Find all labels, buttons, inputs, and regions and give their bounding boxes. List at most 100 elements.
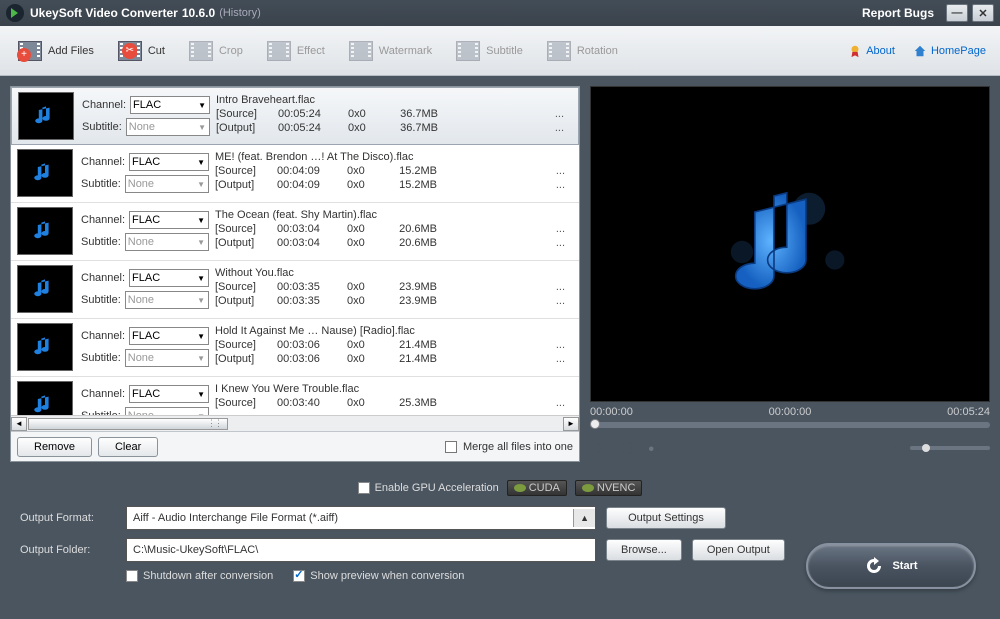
channel-select[interactable]: FLAC▼ xyxy=(129,153,209,171)
source-resolution: 0x0 xyxy=(347,165,375,177)
subtitle-select[interactable]: None▼ xyxy=(125,349,209,367)
output-tag: [Output] xyxy=(215,353,265,365)
watermark-label: Watermark xyxy=(379,45,432,57)
subtitle-select[interactable]: None▼ xyxy=(125,233,209,251)
channel-select[interactable]: FLAC▼ xyxy=(129,211,209,229)
homepage-link[interactable]: HomePage xyxy=(907,44,992,58)
source-tag: [Source] xyxy=(216,108,266,120)
file-name: Without You.flac xyxy=(215,267,573,279)
source-resolution: 0x0 xyxy=(347,397,375,409)
scroll-right-button[interactable]: ► xyxy=(563,417,579,431)
output-size: 21.4MB xyxy=(387,353,437,365)
merge-checkbox[interactable] xyxy=(445,441,457,453)
output-duration: 00:05:24 xyxy=(278,122,336,134)
cut-button[interactable]: ✂ Cut xyxy=(108,33,173,69)
source-more-button[interactable]: ... xyxy=(555,108,572,120)
file-item[interactable]: Channel: FLAC▼ Subtitle: None▼ ME! (feat… xyxy=(11,145,579,203)
home-icon xyxy=(913,44,927,58)
source-more-button[interactable]: ... xyxy=(556,281,573,293)
output-size: 23.9MB xyxy=(387,295,437,307)
output-more-button[interactable]: ... xyxy=(556,237,573,249)
file-item[interactable]: Channel: FLAC▼ Subtitle: None▼ The Ocean… xyxy=(11,203,579,261)
file-item[interactable]: Channel: FLAC▼ Subtitle: None▼ I Knew Yo… xyxy=(11,377,579,415)
minimize-button[interactable]: — xyxy=(946,4,968,22)
source-more-button[interactable]: ... xyxy=(556,397,573,409)
snapshot-button[interactable]: ▾ xyxy=(646,440,662,456)
play-button[interactable] xyxy=(590,440,606,456)
toolbar: + Add Files ✂ Cut Crop Effect Watermark … xyxy=(0,26,1000,76)
subtitle-button[interactable]: Subtitle xyxy=(446,33,531,69)
film-rotation-icon xyxy=(547,41,571,61)
effect-button[interactable]: Effect xyxy=(257,33,333,69)
file-list[interactable]: Channel: FLAC▼ Subtitle: None▼ Intro Bra… xyxy=(11,87,579,415)
shutdown-checkbox[interactable] xyxy=(126,570,138,582)
history-link[interactable]: (History) xyxy=(219,7,261,19)
film-cut-icon: ✂ xyxy=(118,41,142,61)
scroll-left-button[interactable]: ◄ xyxy=(11,417,27,431)
file-name: The Ocean (feat. Shy Martin).flac xyxy=(215,209,573,221)
file-thumbnail xyxy=(17,381,73,415)
horizontal-scrollbar[interactable]: ◄ ► xyxy=(11,415,579,431)
output-format-select[interactable]: Aiff - Audio Interchange File Format (*.… xyxy=(126,506,596,530)
watermark-button[interactable]: Watermark xyxy=(339,33,440,69)
subtitle-select[interactable]: None▼ xyxy=(125,407,209,415)
output-tag: [Output] xyxy=(215,237,265,249)
source-tag: [Source] xyxy=(215,281,265,293)
output-tag: [Output] xyxy=(216,122,266,134)
file-item[interactable]: Channel: FLAC▼ Subtitle: None▼ Without Y… xyxy=(11,261,579,319)
film-subtitle-icon xyxy=(456,41,480,61)
source-size: 23.9MB xyxy=(387,281,437,293)
channel-select[interactable]: FLAC▼ xyxy=(130,96,210,114)
chevron-down-icon: ▼ xyxy=(194,412,208,416)
stop-button[interactable] xyxy=(618,440,634,456)
timeline-labels: 00:00:00 00:00:00 00:05:24 xyxy=(590,402,990,422)
volume-icon[interactable] xyxy=(882,440,898,456)
browse-button[interactable]: Browse... xyxy=(606,539,682,561)
time-current: 00:00:00 xyxy=(723,406,856,418)
subtitle-select[interactable]: None▼ xyxy=(125,175,209,193)
source-more-button[interactable]: ... xyxy=(556,165,573,177)
preview-checkbox[interactable] xyxy=(293,570,305,582)
clear-button[interactable]: Clear xyxy=(98,437,158,457)
add-files-button[interactable]: + Add Files xyxy=(8,33,102,69)
seek-slider[interactable] xyxy=(590,422,990,428)
output-more-button[interactable]: ... xyxy=(555,122,572,134)
volume-slider[interactable] xyxy=(910,446,990,450)
output-more-button[interactable]: ... xyxy=(556,179,573,191)
chevron-up-icon: ▲ xyxy=(573,509,595,527)
channel-select[interactable]: FLAC▼ xyxy=(129,327,209,345)
file-item[interactable]: Channel: FLAC▼ Subtitle: None▼ Intro Bra… xyxy=(11,87,579,145)
preview-panel: 00:00:00 00:00:00 00:05:24 ▾ xyxy=(590,86,990,462)
chevron-down-icon: ▼ xyxy=(195,123,209,132)
gpu-checkbox[interactable] xyxy=(358,482,370,494)
film-effect-icon xyxy=(267,41,291,61)
output-more-button[interactable]: ... xyxy=(556,295,573,307)
output-duration: 00:04:09 xyxy=(277,179,335,191)
start-button[interactable]: Start xyxy=(806,543,976,589)
report-bugs-link[interactable]: Report Bugs xyxy=(862,6,934,20)
output-folder-input[interactable]: C:\Music-UkeySoft\FLAC\ xyxy=(126,538,596,562)
about-link[interactable]: About xyxy=(842,44,901,58)
file-thumbnail xyxy=(17,207,73,255)
crop-button[interactable]: Crop xyxy=(179,33,251,69)
open-output-button[interactable]: Open Output xyxy=(692,539,785,561)
output-size: 15.2MB xyxy=(387,179,437,191)
chevron-down-icon: ▼ xyxy=(194,158,208,167)
remove-button[interactable]: Remove xyxy=(17,437,92,457)
file-name: I Knew You Were Trouble.flac xyxy=(215,383,573,395)
source-more-button[interactable]: ... xyxy=(556,223,573,235)
close-button[interactable]: ✕ xyxy=(972,4,994,22)
file-item[interactable]: Channel: FLAC▼ Subtitle: None▼ Hold It A… xyxy=(11,319,579,377)
scroll-thumb[interactable] xyxy=(28,418,228,430)
channel-select[interactable]: FLAC▼ xyxy=(129,385,209,403)
subtitle-select[interactable]: None▼ xyxy=(126,118,210,136)
subtitle-select[interactable]: None▼ xyxy=(125,291,209,309)
output-settings-button[interactable]: Output Settings xyxy=(606,507,726,529)
source-more-button[interactable]: ... xyxy=(556,339,573,351)
rotation-button[interactable]: Rotation xyxy=(537,33,626,69)
channel-select[interactable]: FLAC▼ xyxy=(129,269,209,287)
output-more-button[interactable]: ... xyxy=(556,353,573,365)
channel-label: Channel: xyxy=(81,388,125,400)
time-end: 00:05:24 xyxy=(857,406,990,418)
output-tag: [Output] xyxy=(215,295,265,307)
